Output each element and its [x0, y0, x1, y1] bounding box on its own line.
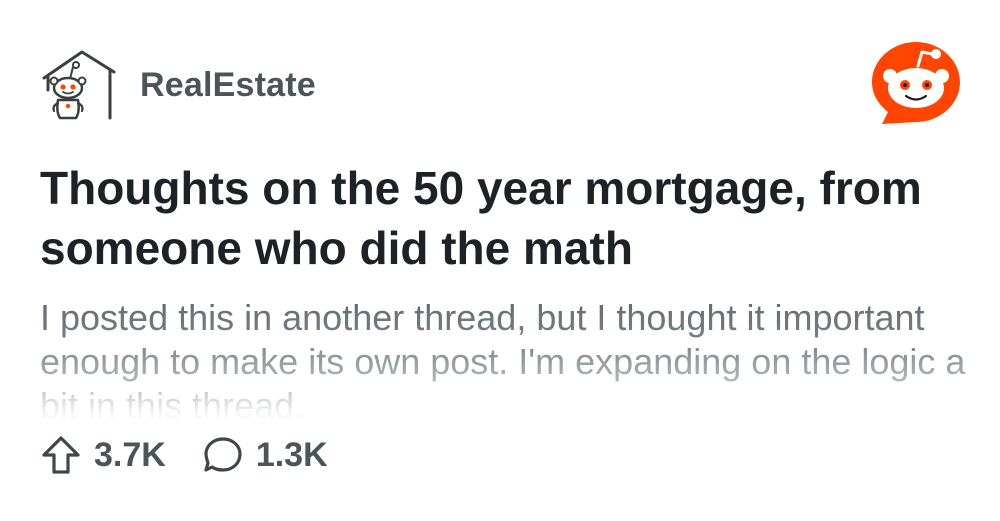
house-snoo-icon[interactable]	[40, 48, 118, 124]
post-stats: 3.7K 1.3K	[40, 430, 328, 480]
upvote-arrow-icon[interactable]	[40, 434, 82, 476]
reddit-logo-icon[interactable]	[868, 40, 964, 128]
upvote-count: 3.7K	[94, 435, 166, 474]
post-card[interactable]: RealEstate Thoughts on the 50 year mortg…	[0, 0, 1000, 521]
comments-button[interactable]: 1.3K	[202, 434, 328, 476]
comment-bubble-icon[interactable]	[202, 434, 244, 476]
comment-count: 1.3K	[255, 435, 328, 474]
subreddit-header: RealEstate	[40, 48, 316, 124]
post-title[interactable]: Thoughts on the 50 year mortgage, from s…	[40, 158, 940, 278]
upvote-button[interactable]: 3.7K	[40, 434, 166, 476]
post-body-preview: I posted this in another thread, but I t…	[40, 297, 966, 418]
subreddit-name[interactable]: RealEstate	[140, 66, 316, 105]
